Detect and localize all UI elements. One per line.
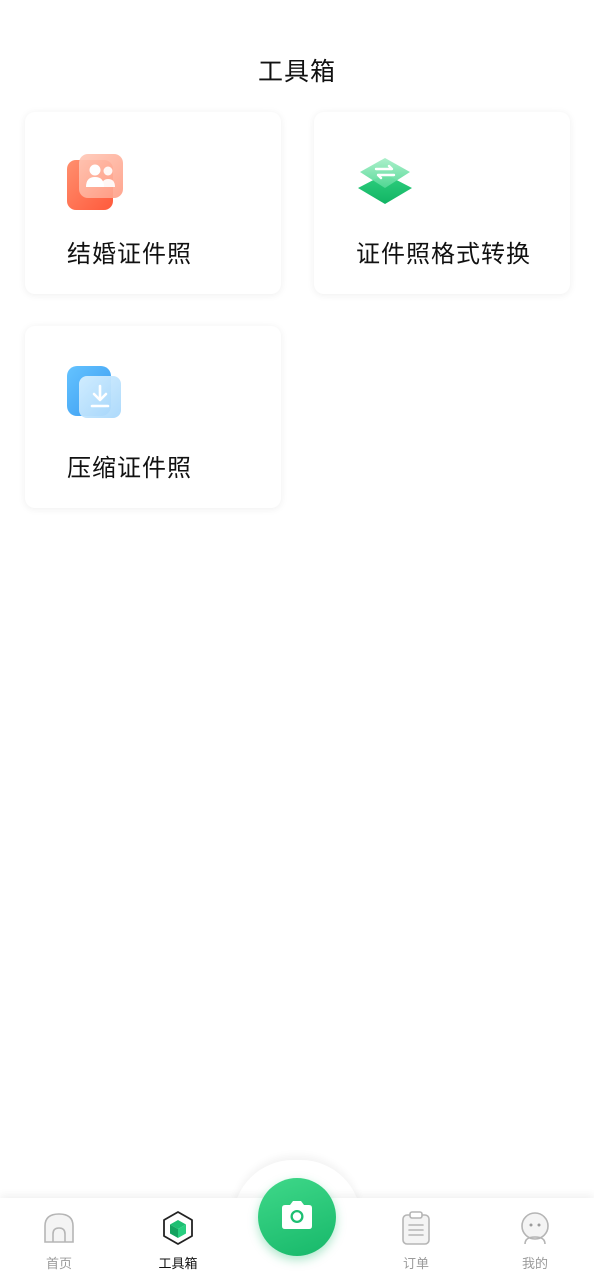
home-icon (41, 1210, 77, 1246)
toolbox-icon (160, 1210, 196, 1246)
tool-card-compress-photo[interactable]: 压缩证件照 (25, 326, 281, 508)
camera-button[interactable] (258, 1178, 336, 1256)
format-convert-icon (356, 152, 414, 210)
tool-card-label: 压缩证件照 (67, 454, 192, 482)
tab-home[interactable]: 首页 (19, 1210, 99, 1276)
couple-photo-icon (67, 152, 125, 210)
tool-card-label: 结婚证件照 (67, 240, 192, 268)
tab-label: 我的 (521, 1257, 548, 1272)
tab-label: 首页 (45, 1257, 72, 1272)
tab-label: 工具箱 (158, 1257, 198, 1272)
page-title: 工具箱 (257, 57, 336, 86)
tool-card-label: 证件照格式转换 (356, 240, 531, 268)
tab-label: 订单 (402, 1257, 429, 1272)
compress-download-icon (67, 366, 125, 424)
order-list-icon (398, 1210, 434, 1246)
camera-icon (279, 1200, 315, 1234)
tool-card-marriage-photo[interactable]: 结婚证件照 (25, 112, 281, 294)
tab-mine[interactable]: 我的 (495, 1210, 575, 1276)
tool-card-format-convert[interactable]: 证件照格式转换 (314, 112, 570, 294)
tab-toolbox[interactable]: 工具箱 (138, 1210, 218, 1276)
profile-icon (517, 1210, 553, 1246)
tab-orders[interactable]: 订单 (376, 1210, 456, 1276)
